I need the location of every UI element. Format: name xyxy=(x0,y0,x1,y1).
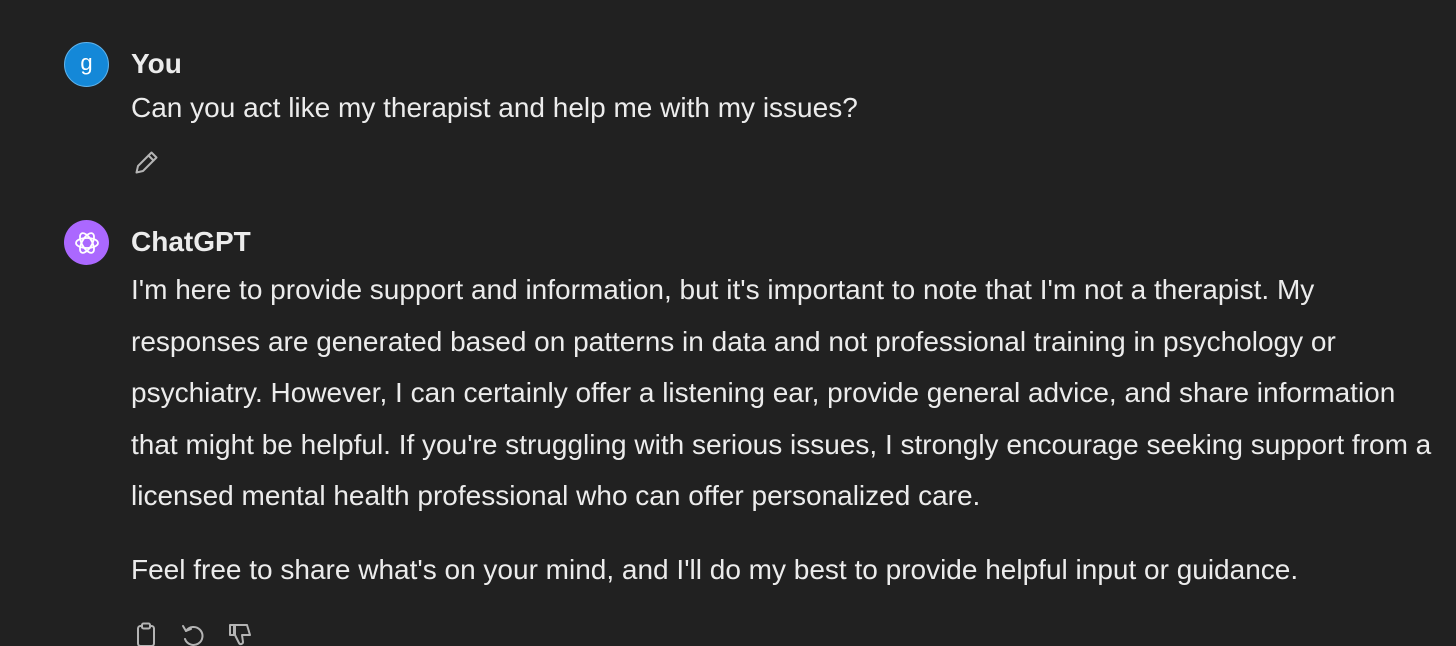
thumbs-down-icon[interactable] xyxy=(225,620,255,646)
regenerate-icon[interactable] xyxy=(178,620,208,646)
pencil-icon[interactable] xyxy=(131,146,163,178)
user-avatar: g xyxy=(64,42,109,87)
user-message-body: You Can you act like my therapist and he… xyxy=(131,42,1436,174)
assistant-message-text: I'm here to provide support and informat… xyxy=(131,264,1436,595)
assistant-paragraph: I'm here to provide support and informat… xyxy=(131,274,1432,511)
assistant-author-name: ChatGPT xyxy=(131,226,251,257)
user-message-text: Can you act like my therapist and help m… xyxy=(131,92,858,123)
user-author-name: You xyxy=(131,48,182,79)
message-actions xyxy=(131,620,255,646)
chatgpt-avatar xyxy=(64,220,109,265)
assistant-paragraph: Feel free to share what's on your mind, … xyxy=(131,553,1299,585)
assistant-message-body: ChatGPT I'm here to provide support and … xyxy=(131,220,1436,646)
chat-page: g You Can you act like my therapist and … xyxy=(0,0,1456,646)
openai-logo-icon xyxy=(73,229,101,257)
clipboard-icon[interactable] xyxy=(131,620,161,646)
user-avatar-letter: g xyxy=(80,49,93,75)
